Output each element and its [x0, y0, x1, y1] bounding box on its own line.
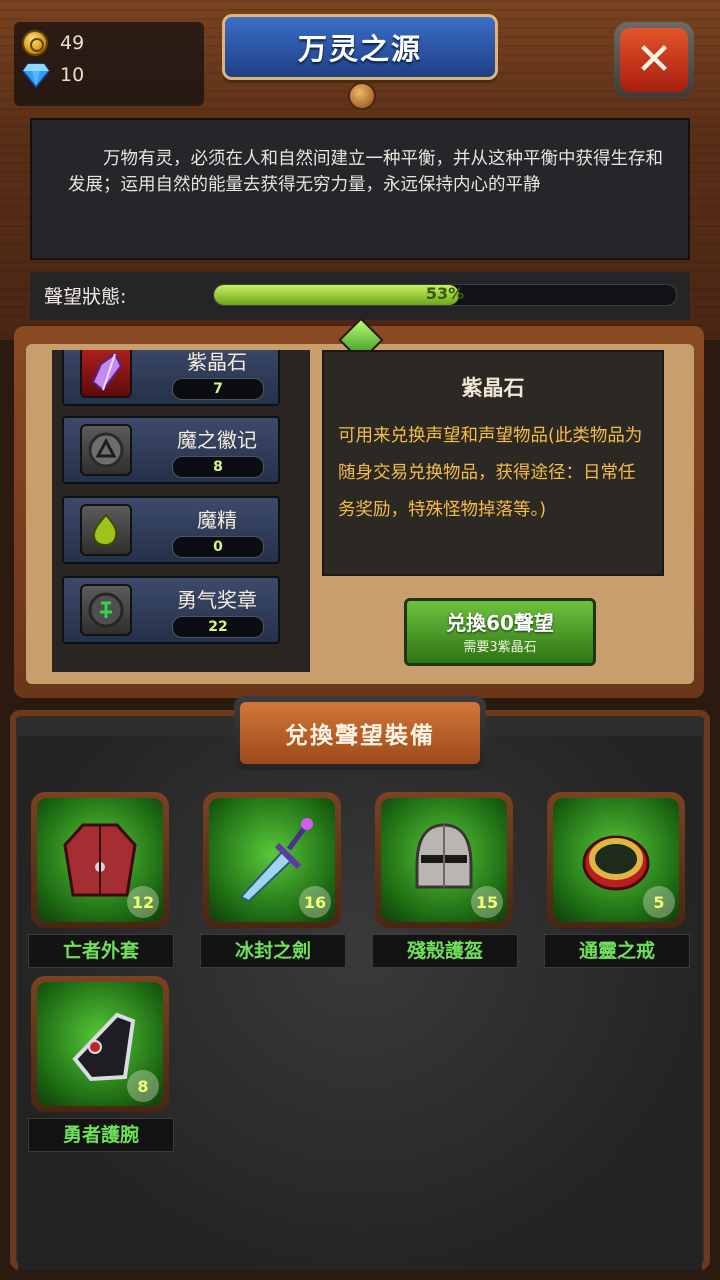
equipment-name: 亡者外套	[28, 934, 174, 968]
faction-description: 万物有灵，必须在人和自然间建立一种平衡，并从这种平衡中获得生存和发展；运用自然的…	[68, 149, 663, 195]
close-button[interactable]: ✕	[614, 22, 694, 98]
demon-essence-icon	[80, 504, 132, 556]
currency-panel: 49 10	[14, 22, 204, 106]
reputation-progress-bar: 53%	[213, 284, 677, 306]
close-icon: ✕	[620, 28, 688, 92]
list-item-demon-emblem[interactable]: 魔之徽记 8	[62, 416, 280, 484]
item-count: 8	[172, 456, 264, 478]
reputation-row: 聲望狀態: 53%	[30, 272, 690, 320]
equipment-level: 15	[471, 886, 503, 918]
gold-row: 49	[22, 30, 84, 56]
gold-amount: 49	[60, 32, 85, 54]
item-count: 0	[172, 536, 264, 558]
purple-crystal-icon	[80, 350, 132, 398]
item-name: 魔之徽记	[177, 428, 257, 452]
diamond-icon	[22, 62, 50, 89]
courage-medal-icon	[80, 584, 132, 636]
list-item-demon-essence[interactable]: 魔精 0	[62, 496, 280, 564]
equipment-name: 勇者護腕	[28, 1118, 174, 1152]
demon-emblem-icon	[80, 424, 132, 476]
gem-amount: 10	[60, 64, 85, 86]
item-name: 勇气奖章	[177, 588, 257, 612]
exchange-button-label: 兑換60聲望	[446, 611, 554, 635]
item-detail-panel: 紫晶石 可用来兑换声望和声望物品(此类物品为随身交易兑换物品，获得途径：日常任务…	[322, 350, 664, 576]
item-name: 魔精	[197, 508, 237, 532]
equipment-level: 12	[127, 886, 159, 918]
title-banner: 万灵之源	[222, 14, 498, 80]
reputation-label: 聲望狀態:	[44, 286, 127, 308]
equipment-level: 16	[299, 886, 331, 918]
section-banner: 兌換聲望裝備	[234, 696, 486, 770]
list-item-purple-crystal[interactable]: 紫晶石 7	[62, 350, 280, 406]
gold-coin-icon	[22, 30, 48, 56]
equipment-name: 冰封之劍	[200, 934, 346, 968]
item-list[interactable]: 紫晶石 7 魔之徽记 8 魔精 0 勇气奖章 22	[52, 350, 310, 672]
exchange-reputation-button[interactable]: 兑換60聲望 需要3紫晶石	[404, 598, 596, 666]
faction-description-panel: 万物有灵，必须在人和自然间建立一种平衡，并从这种平衡中获得生存和发展；运用自然的…	[30, 118, 690, 260]
item-count: 22	[172, 616, 264, 638]
equipment-level: 8	[127, 1070, 159, 1102]
section-title: 兌換聲望裝備	[285, 723, 435, 749]
equipment-level: 5	[643, 886, 675, 918]
equipment-name: 通靈之戒	[544, 934, 690, 968]
exchange-button-cost: 需要3紫晶石	[463, 640, 537, 655]
detail-title: 紫晶石	[461, 376, 525, 400]
window-title: 万灵之源	[297, 32, 422, 66]
detail-description: 可用来兑换声望和声望物品(此类物品为随身交易兑换物品，获得途径：日常任务奖励，特…	[338, 426, 643, 520]
gem-row: 10	[22, 62, 85, 89]
item-count: 7	[172, 378, 264, 400]
equipment-name: 殘殼護盔	[372, 934, 518, 968]
item-name: 紫晶石	[187, 350, 247, 374]
banner-ornament-icon	[348, 82, 376, 110]
list-item-courage-medal[interactable]: 勇气奖章 22	[62, 576, 280, 644]
reputation-percent: 53%	[425, 284, 465, 303]
